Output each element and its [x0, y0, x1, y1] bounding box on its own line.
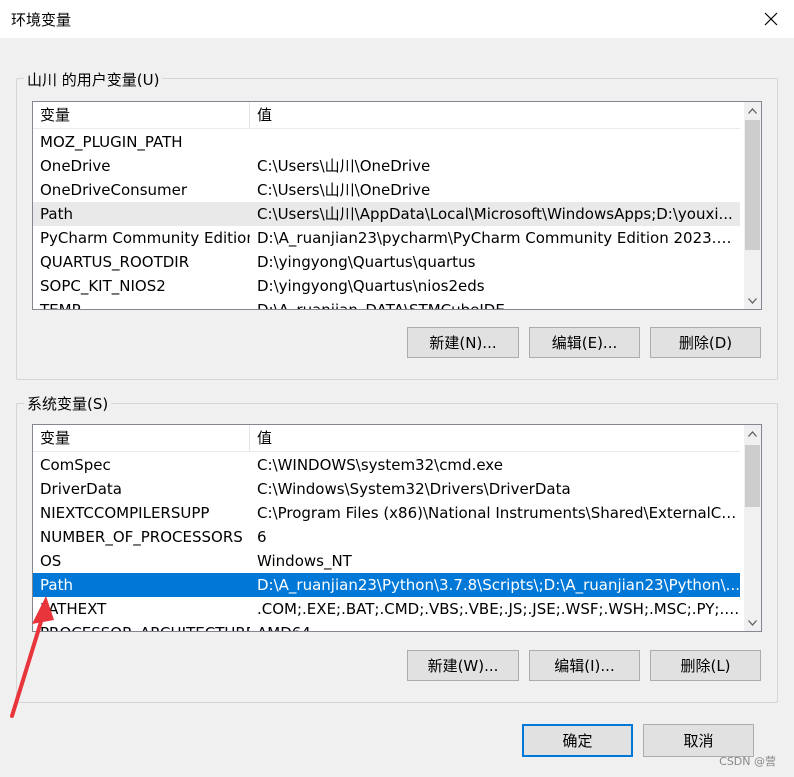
variable-value-cell: D:\A_ruanjian_DATA\STMCubeIDE: [257, 301, 505, 310]
variable-value-cell: D:\A_ruanjian23\Python\3.7.8\Scripts\;D:…: [257, 576, 740, 594]
table-row[interactable]: SOPC_KIT_NIOS2 D:\yingyong\Quartus\nios2e…: [33, 274, 740, 298]
table-row[interactable]: NUMBER_OF_PROCESSORS 6: [33, 525, 740, 549]
variable-value-cell: .COM;.EXE;.BAT;.CMD;.VBS;.VBE;.JS;.JSE;.…: [257, 600, 740, 618]
system-delete-button[interactable]: 删除(L): [650, 650, 761, 681]
variable-name-cell: MOZ_PLUGIN_PATH: [40, 133, 183, 151]
user-variables-label: 山川 的用户变量(U): [24, 69, 163, 90]
variable-name-cell: ComSpec: [40, 456, 111, 474]
variable-value-cell: C:\Windows\System32\Drivers\DriverData: [257, 480, 571, 498]
list-header: 变量 值: [33, 102, 740, 129]
system-variables-label: 系统变量(S): [24, 393, 112, 414]
chevron-down-icon: [748, 619, 757, 626]
variable-value-cell: C:\Users\山川\OneDrive: [257, 157, 431, 175]
scroll-thumb[interactable]: [745, 445, 760, 507]
scroll-up-arrow[interactable]: [744, 425, 761, 442]
variable-name-cell: SOPC_KIT_NIOS2: [40, 277, 166, 295]
close-icon: [764, 12, 778, 26]
chevron-up-icon: [748, 107, 757, 114]
table-row[interactable]: Path D:\A_ruanjian23\Python\3.7.8\Scripts…: [33, 573, 740, 597]
system-variables-list[interactable]: 变量 值 ComSpec C:\WINDOWS\system32\cmd.exe D…: [32, 424, 762, 632]
user-list-scrollbar[interactable]: [744, 102, 761, 309]
column-header-name[interactable]: 变量: [33, 102, 250, 128]
scroll-up-arrow[interactable]: [744, 102, 761, 119]
variable-value-cell: C:\Users\山川\OneDrive: [257, 181, 431, 199]
variable-value-cell: D:\yingyong\Quartus\nios2eds: [257, 277, 485, 295]
list-header: 变量 值: [33, 425, 740, 452]
variable-value-cell: 6: [257, 528, 267, 546]
chevron-down-icon: [748, 297, 757, 304]
table-row[interactable]: TEMP D:\A_ruanjian_DATA\STMCubeIDE: [33, 298, 740, 310]
user-edit-button[interactable]: 编辑(E)...: [529, 327, 640, 358]
variable-name-cell: NIEXTCCOMPILERSUPP: [40, 504, 210, 522]
column-header-name[interactable]: 变量: [33, 425, 250, 451]
variable-value-cell: C:\Users\山川\AppData\Local\Microsoft\Wind…: [257, 205, 733, 223]
column-header-value[interactable]: 值: [250, 102, 272, 128]
table-row[interactable]: ComSpec C:\WINDOWS\system32\cmd.exe: [33, 453, 740, 477]
variable-value-cell: AMD64: [250, 621, 740, 631]
variable-name-cell: PROCESSOR_ARCHITECTURE: [33, 621, 250, 631]
table-row[interactable]: NIEXTCCOMPILERSUPP C:\Program Files (x86)…: [33, 501, 740, 525]
variable-name-cell: OneDrive: [40, 157, 111, 175]
title-bar: 环境变量: [0, 0, 794, 38]
column-header-value[interactable]: 值: [250, 425, 272, 451]
variable-name-cell: PATHEXT: [40, 600, 107, 618]
system-list-scrollbar[interactable]: [744, 425, 761, 631]
user-variables-list[interactable]: 变量 值 MOZ_PLUGIN_PATH OneDrive C:\Users\山川\…: [32, 101, 762, 310]
chevron-up-icon: [748, 430, 757, 437]
variable-value-cell: D:\yingyong\Quartus\quartus: [257, 253, 476, 271]
table-row[interactable]: PROCESSOR_ARCHITECTUREAMD64: [33, 621, 740, 631]
variable-value-cell: D:\A_ruanjian23\pycharm\PyCharm Communit…: [257, 229, 740, 247]
variable-name-cell: NUMBER_OF_PROCESSORS: [40, 528, 243, 546]
table-row[interactable]: PyCharm Community Edition D:\A_ruanjian23…: [33, 226, 740, 250]
user-new-button[interactable]: 新建(N)...: [407, 327, 519, 358]
variable-value-cell: C:\Program Files (x86)\National Instrume…: [257, 504, 740, 522]
variable-name-cell: DriverData: [40, 480, 122, 498]
variable-name-cell: QUARTUS_ROOTDIR: [40, 253, 190, 271]
system-new-button[interactable]: 新建(W)...: [407, 650, 519, 681]
table-row[interactable]: DriverData C:\Windows\System32\Drivers\Dr…: [33, 477, 740, 501]
variable-name-cell: Path: [40, 576, 73, 594]
system-edit-button[interactable]: 编辑(I)...: [529, 650, 640, 681]
variable-value-cell: Windows_NT: [257, 552, 352, 570]
table-row[interactable]: OneDriveConsumer C:\Users\山川\OneDrive: [33, 178, 740, 202]
table-row[interactable]: OS Windows_NT: [33, 549, 740, 573]
system-variables-rows: ComSpec C:\WINDOWS\system32\cmd.exe Driver…: [33, 453, 740, 631]
table-row[interactable]: MOZ_PLUGIN_PATH: [33, 130, 740, 154]
close-button[interactable]: [756, 5, 786, 33]
scroll-down-arrow[interactable]: [744, 614, 761, 631]
watermark: CSDN @营: [719, 755, 776, 768]
ok-button[interactable]: 确定: [522, 724, 633, 757]
variable-name-cell: OneDriveConsumer: [40, 181, 188, 199]
variable-name-cell: PyCharm Community Edition: [40, 229, 250, 247]
user-delete-button[interactable]: 删除(D): [650, 327, 761, 358]
scroll-down-arrow[interactable]: [744, 292, 761, 309]
table-row[interactable]: PATHEXT .COM;.EXE;.BAT;.CMD;.VBS;.VBE;.JS…: [33, 597, 740, 621]
table-row[interactable]: OneDrive C:\Users\山川\OneDrive: [33, 154, 740, 178]
table-row[interactable]: Path C:\Users\山川\AppData\Local\Microsoft\…: [33, 202, 740, 226]
variable-name-cell: OS: [40, 552, 62, 570]
user-variables-rows: MOZ_PLUGIN_PATH OneDrive C:\Users\山川\OneDr…: [33, 130, 740, 310]
window-title: 环境变量: [11, 11, 72, 29]
table-row[interactable]: QUARTUS_ROOTDIR D:\yingyong\Quartus\quart…: [33, 250, 740, 274]
variable-name-cell: Path: [40, 205, 73, 223]
variable-name-cell: TEMP: [40, 301, 81, 310]
variable-value-cell: [250, 130, 740, 154]
scroll-thumb[interactable]: [745, 120, 760, 250]
variable-value-cell: C:\WINDOWS\system32\cmd.exe: [257, 456, 503, 474]
